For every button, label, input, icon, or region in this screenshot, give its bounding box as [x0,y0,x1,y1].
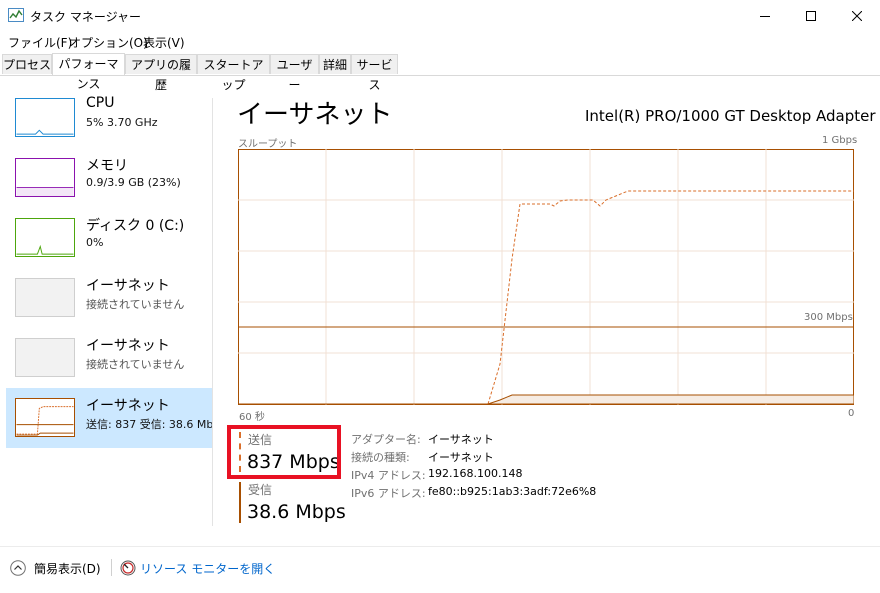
sidebar-item-ethernet-2[interactable]: イーサネット 接続されていません [6,328,212,388]
receive-value: 38.6 Mbps [247,501,346,523]
chevron-up-icon[interactable] [10,560,26,576]
graph-max-label: 1 Gbps [822,135,858,146]
cpu-thumbnail [15,98,75,137]
graph-mid-label: 300 Mbps [804,312,853,323]
tab-processes[interactable]: プロセス [2,54,52,74]
sidebar-item-ethernet-3[interactable]: イーサネット 送信: 837 受信: 38.6 Mb [6,388,214,448]
sidebar-item-ethernet-1[interactable]: イーサネット 接続されていません [6,268,212,328]
tab-performance[interactable]: パフォーマンス [52,53,125,91]
page-title: イーサネット [237,100,393,130]
tab-services[interactable]: サービス [351,54,398,92]
memory-thumbnail [15,158,75,197]
sidebar-divider [212,98,213,526]
info-key: IPv4 アドレス: [351,469,426,482]
tab-details[interactable]: 詳細 [319,54,351,74]
menu-options[interactable]: オプション(O) [69,34,148,51]
graph-time-left: 60 秒 [239,412,265,423]
sidebar-item-cpu[interactable]: CPU 5% 3.70 GHz [6,88,212,148]
sidebar-item-disk[interactable]: ディスク 0 (C:) 0% [6,208,212,268]
menu-bar: ファイル(F) オプション(O) 表示(V) [0,31,880,51]
footer-separator [0,546,880,547]
minimize-icon [760,15,770,17]
footer-divider [111,559,112,576]
ethernet-thumbnail [15,278,75,317]
title-bar: タスク マネージャー [0,0,880,31]
info-value: 192.168.100.148 [428,467,523,480]
tab-app-history[interactable]: アプリの履歴 [125,54,197,92]
maximize-button[interactable] [788,0,834,31]
sidebar-item-detail: 0% [86,236,104,249]
sidebar-item-detail: 接続されていません [86,298,185,311]
throughput-graph [238,149,854,405]
close-icon [852,10,862,21]
menu-view[interactable]: 表示(V) [143,34,185,51]
sidebar-item-label: イーサネット [86,398,170,414]
maximize-icon [806,10,816,21]
sidebar-item-detail: 0.9/3.9 GB (23%) [86,176,181,189]
sidebar-item-memory[interactable]: メモリ 0.9/3.9 GB (23%) [6,148,212,208]
receive-legend-marker [239,482,241,523]
sidebar-item-detail: 5% 3.70 GHz [86,116,158,129]
task-manager-icon [8,8,24,22]
sidebar-item-detail: 接続されていません [86,358,185,371]
sidebar-item-label: ディスク 0 (C:) [86,218,185,234]
sidebar-item-label: メモリ [86,158,128,174]
tab-users[interactable]: ユーザー [270,54,319,92]
graph-time-right: 0 [848,408,855,419]
adapter-name: Intel(R) PRO/1000 GT Desktop Adapter [585,107,876,125]
simple-view-link[interactable]: 簡易表示(D) [34,560,101,577]
sidebar-item-detail: 送信: 837 受信: 38.6 Mb [86,418,214,431]
receive-label: 受信 [248,483,273,497]
graph-label: スループット [238,139,298,150]
disk-thumbnail [15,218,75,257]
resource-monitor-icon [120,560,136,576]
tab-startup[interactable]: スタートアップ [197,54,270,92]
menu-file[interactable]: ファイル(F) [8,34,72,51]
ethernet-thumbnail [15,398,75,437]
window-title: タスク マネージャー [30,10,141,24]
resource-monitor-link[interactable]: リソース モニターを開く [140,560,275,577]
tab-strip: プロセス パフォーマンス アプリの履歴 スタートアップ ユーザー 詳細 サービス [0,53,880,92]
info-key: IPv6 アドレス: [351,487,426,500]
sidebar-item-label: CPU [86,95,115,111]
minimize-button[interactable] [742,0,788,31]
sidebar-item-label: イーサネット [86,338,170,354]
info-value: イーサネット [428,433,494,446]
close-button[interactable] [834,0,880,31]
ethernet-thumbnail [15,338,75,377]
sidebar-item-label: イーサネット [86,278,170,294]
info-key: 接続の種類: [351,451,410,464]
info-value: fe80::b925:1ab3:3adf:72e6%8 [428,485,597,498]
highlight-box [227,425,341,479]
info-value: イーサネット [428,451,494,464]
info-key: アダプター名: [351,433,421,446]
